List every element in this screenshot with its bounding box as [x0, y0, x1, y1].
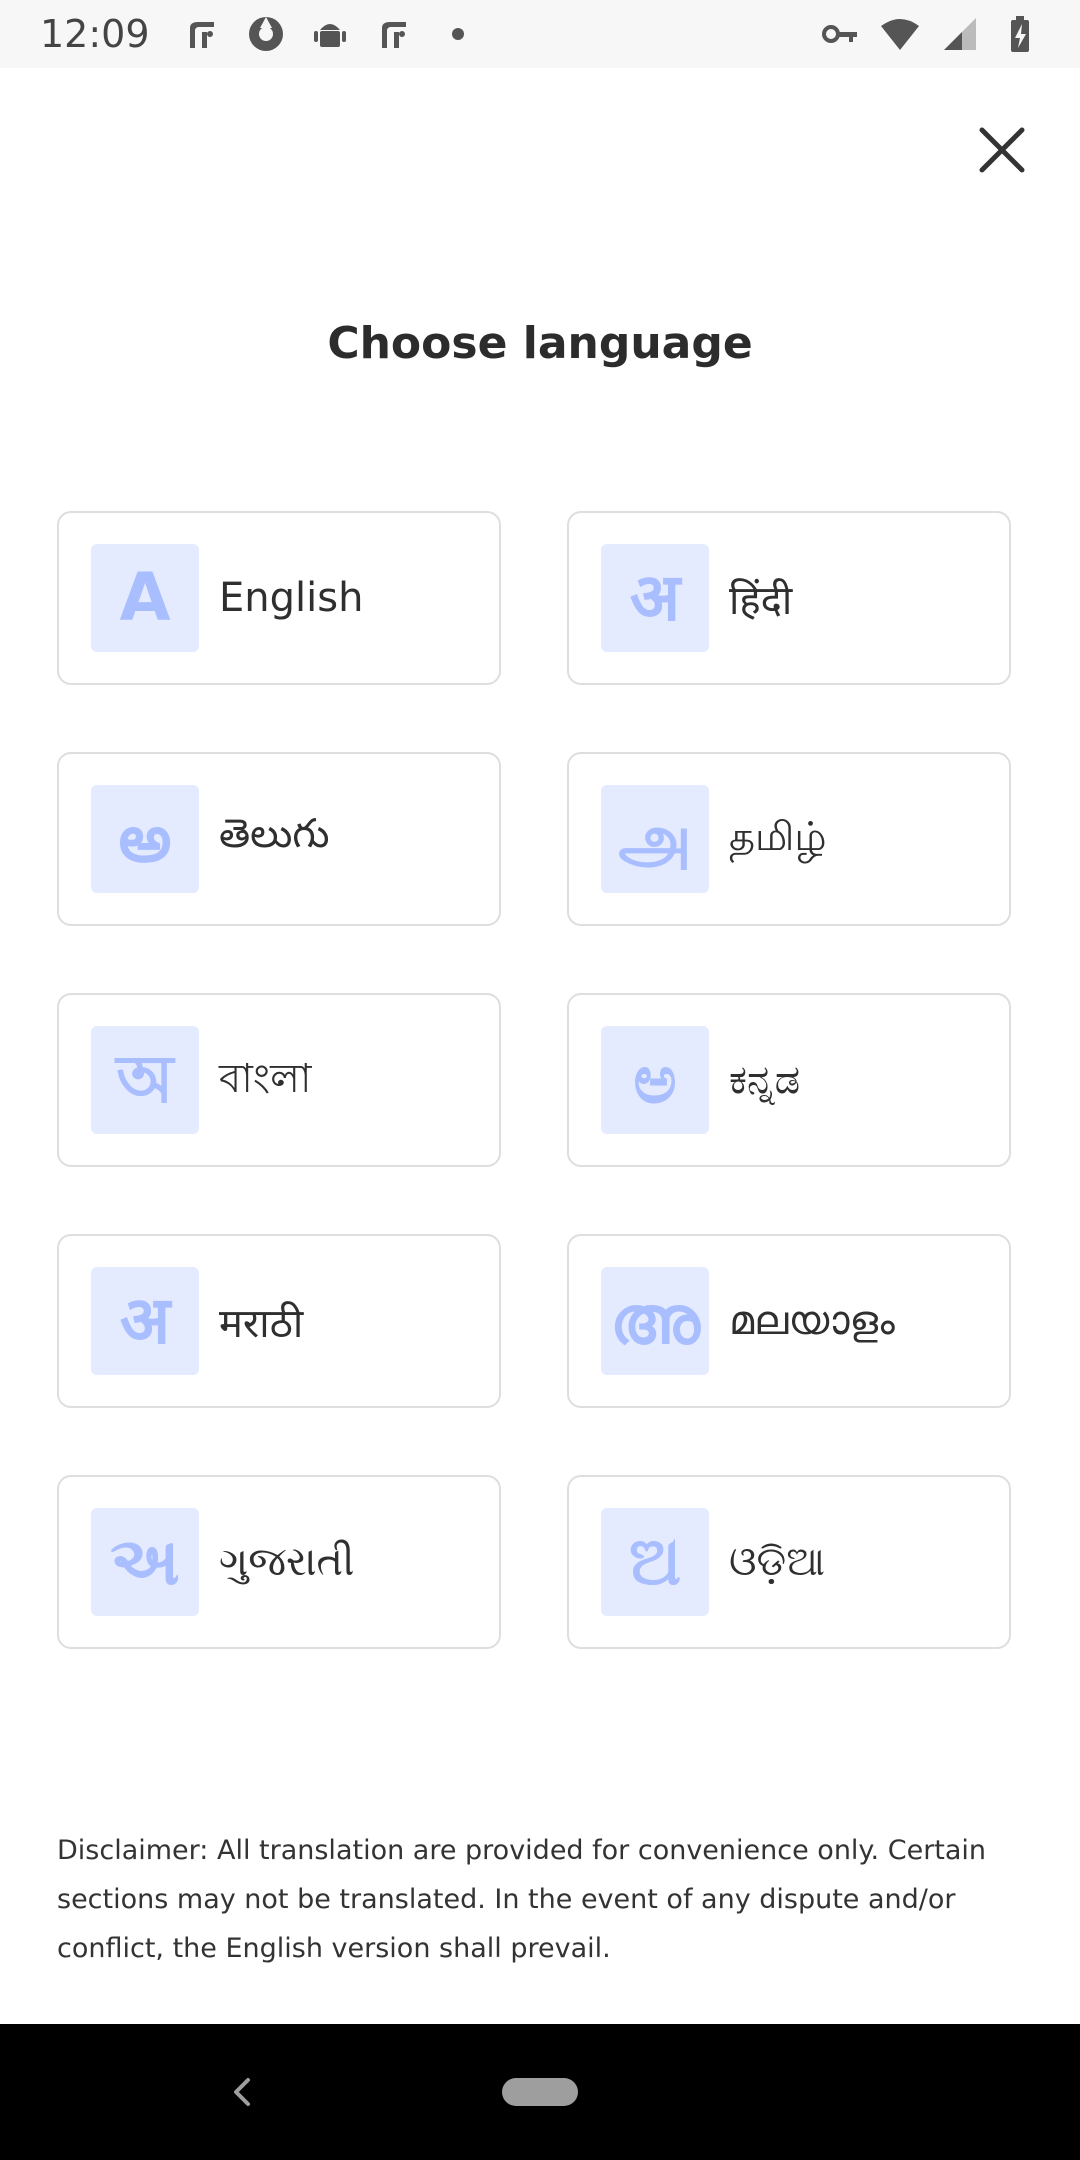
language-label: हिंदी — [729, 577, 793, 624]
language-option-kannada[interactable]: ಅ ಕನ್ನಡ — [567, 993, 1011, 1167]
language-glyph-icon: A — [91, 544, 199, 652]
language-option-marathi[interactable]: अ मराठी — [57, 1234, 501, 1408]
language-label: ಕನ್ನಡ — [729, 1057, 801, 1103]
language-option-malayalam[interactable]: അ മലയാളം — [567, 1234, 1011, 1408]
language-glyph-icon: ಅ — [601, 1026, 709, 1134]
language-option-telugu[interactable]: అ తెలుగు — [57, 752, 501, 926]
status-time: 12:09 — [40, 12, 150, 56]
dot-icon — [451, 28, 464, 40]
close-icon — [979, 127, 1025, 173]
language-glyph-icon: అ — [91, 785, 199, 893]
vpn-key-icon — [822, 25, 857, 43]
language-label: മലയാളം — [729, 1298, 895, 1344]
language-glyph-icon: അ — [601, 1267, 709, 1375]
language-option-tamil[interactable]: அ தமிழ் — [567, 752, 1011, 926]
battery-charging-icon — [1011, 16, 1029, 52]
status-right-icons — [820, 14, 1040, 54]
close-button[interactable] — [970, 118, 1034, 182]
language-label: ગુજરાતી — [219, 1539, 355, 1585]
language-label: తెలుగు — [219, 811, 330, 857]
language-label: தமிழ் — [729, 813, 827, 860]
language-label: ଓଡ଼ିଆ — [729, 1539, 825, 1585]
android-icon — [313, 24, 346, 47]
back-button[interactable] — [222, 2072, 262, 2112]
language-glyph-icon: ଅ — [601, 1508, 709, 1616]
language-glyph-icon: અ — [91, 1508, 199, 1616]
language-label: English — [219, 575, 364, 621]
language-picker-screen: 12:09 Choose language A English अ हिंदी … — [0, 0, 1080, 2160]
navigation-bar — [0, 2024, 1080, 2160]
back-chevron-icon — [234, 2078, 250, 2106]
wifi-icon — [881, 19, 919, 50]
language-option-odia[interactable]: ଅ ଓଡ଼ିଆ — [567, 1475, 1011, 1649]
shutter-app-icon — [248, 17, 283, 51]
fi-app-icon — [381, 22, 406, 48]
status-left-icons — [182, 14, 478, 54]
language-option-hindi[interactable]: अ हिंदी — [567, 511, 1011, 685]
disclaimer-text: Disclaimer: All translation are provided… — [57, 1835, 987, 1964]
language-glyph-icon: অ — [91, 1026, 199, 1134]
language-label: বাংলা — [219, 1055, 312, 1102]
language-grid: A English अ हिंदी అ తెలుగు அ தமிழ் অ বাং… — [57, 511, 1012, 1649]
language-option-bengali[interactable]: অ বাংলা — [57, 993, 501, 1167]
language-option-english[interactable]: A English — [57, 511, 501, 685]
language-label: मराठी — [219, 1300, 304, 1347]
status-bar: 12:09 — [0, 0, 1080, 68]
language-option-gujarati[interactable]: અ ગુજરાતી — [57, 1475, 501, 1649]
home-pill-icon[interactable] — [502, 2078, 578, 2106]
signal-icon — [944, 18, 976, 50]
fi-app-icon — [189, 22, 214, 48]
language-glyph-icon: अ — [601, 544, 709, 652]
page-title: Choose language — [327, 318, 753, 369]
language-glyph-icon: அ — [601, 785, 709, 893]
language-glyph-icon: अ — [91, 1267, 199, 1375]
